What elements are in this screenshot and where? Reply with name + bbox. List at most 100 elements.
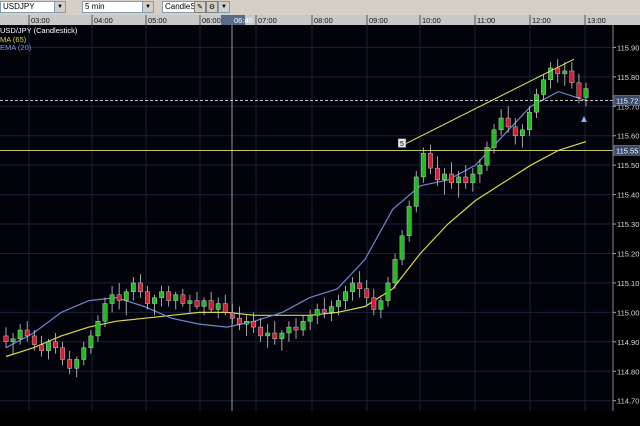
candle-body [336,300,341,307]
candle-body [343,291,348,301]
settings-icon[interactable]: ⚙ [206,1,218,13]
candle-body [60,347,65,360]
candle-body [385,282,391,301]
x-axis: 03:00 04:00 05:00 06:00 06:40 07:00 08:00 09:00… [0,15,640,25]
candle-body [534,94,539,113]
y-tick-label: 115.10 [617,279,639,288]
candle-body [10,338,16,343]
x-tick-label: 03:00 [31,16,50,25]
draw-tool-icon[interactable]: ✎ [194,1,206,13]
candle-body [569,70,575,83]
candle-body [420,153,426,178]
candle-body [81,347,87,360]
interval-select[interactable]: 5 min ▼ [82,1,154,13]
candle-body [442,173,447,181]
candle-body [31,335,37,345]
candle-body [17,329,23,340]
candle-body [321,309,327,313]
candle-body [505,117,511,128]
candle-body [378,300,384,310]
candle-body [244,321,249,325]
candle-body [498,117,504,131]
candle-body [357,282,363,290]
candle-body [109,294,115,304]
x-tick-label: 08:00 [314,16,333,25]
candle-body [392,259,398,284]
candle-body [251,321,256,328]
candle-body [477,164,483,175]
candle-body [24,329,30,337]
chart-legend: USD/JPY (Candlestick) MA (65) EMA (20) [0,26,77,53]
candle-body [152,297,157,304]
candle-body [541,79,546,95]
candle-body [279,332,285,340]
candle-body [130,282,136,292]
x-tick-label: 06:40 [234,16,253,25]
candle-body [491,129,497,148]
candle-body [46,341,51,351]
y-tick-label: 115.40 [617,191,639,200]
candle-body [53,341,58,348]
candle-body [371,297,377,310]
candle-body [399,235,405,260]
candle-body [88,335,94,348]
chevron-down-icon[interactable]: ▼ [54,2,65,12]
chevron-down-icon[interactable]: ▼ [218,2,229,12]
price-chart[interactable]: 5 03:00 04:00 05:00 06:00 06:40 07:00 08:00 09:… [0,15,640,426]
candle-body [38,344,44,351]
x-tick-label: 06:00 [202,16,221,25]
symbol-select[interactable]: USDJPY ▼ [0,1,66,13]
y-tick-label: 115.30 [617,220,639,229]
candle-body [123,291,129,301]
candle-body [449,173,455,184]
x-tick-label: 11:00 [477,16,495,25]
candle-body [456,176,462,184]
legend-ma-fast: EMA (20) [0,43,32,52]
price-marker-label: 115.72 [616,96,638,105]
candle-body [519,129,525,136]
candle-body [512,126,518,136]
symbol-value: USDJPY [3,2,35,11]
candle-body [307,315,313,322]
candle-body [102,303,108,322]
candle-body [435,167,440,181]
y-tick-label: 114.90 [617,338,639,347]
candle-body [180,294,186,304]
y-tick-label: 114.80 [617,367,639,376]
y-tick-label: 115.50 [617,161,639,170]
chart-toolbar: USDJPY ▼ 5 min ▼ CandleStick ▼ ✎ ⚙ [0,0,640,16]
x-tick-label: 13:00 [587,16,606,25]
y-tick-label: 115.20 [617,249,639,258]
x-tick-label: 12:00 [532,16,551,25]
candle-body [145,291,150,304]
candle-body [286,326,292,334]
y-tick-label: 115.90 [617,43,639,52]
candle-body [201,300,207,307]
candle-body [427,153,433,169]
candle-body [67,359,73,369]
candle-body [3,335,9,343]
candle-body [576,82,582,98]
candle-body [562,70,568,75]
candle-body [272,332,278,340]
candle-body [328,306,334,313]
candle-body [300,321,306,331]
x-tick-label: 04:00 [94,16,113,25]
level-marker-label: 115.55 [616,146,638,155]
trendline-label: 5 [400,141,404,148]
candle-body [137,282,143,292]
candle-body [463,176,469,184]
candle-body [293,326,299,331]
candle-body [583,88,589,98]
x-tick-label: 09:00 [369,16,388,25]
candle-body [159,291,165,298]
x-tick-label: 07:00 [258,16,277,25]
chevron-down-icon[interactable]: ▼ [142,2,153,12]
candle-body [258,326,264,337]
y-tick-label: 114.70 [617,397,639,406]
candle-body [194,300,200,307]
candle-body [413,176,419,207]
candle-body [116,294,122,301]
candle-body [166,291,172,301]
y-axis: 115.90115.80115.70115.60115.50115.40115.… [612,25,640,426]
